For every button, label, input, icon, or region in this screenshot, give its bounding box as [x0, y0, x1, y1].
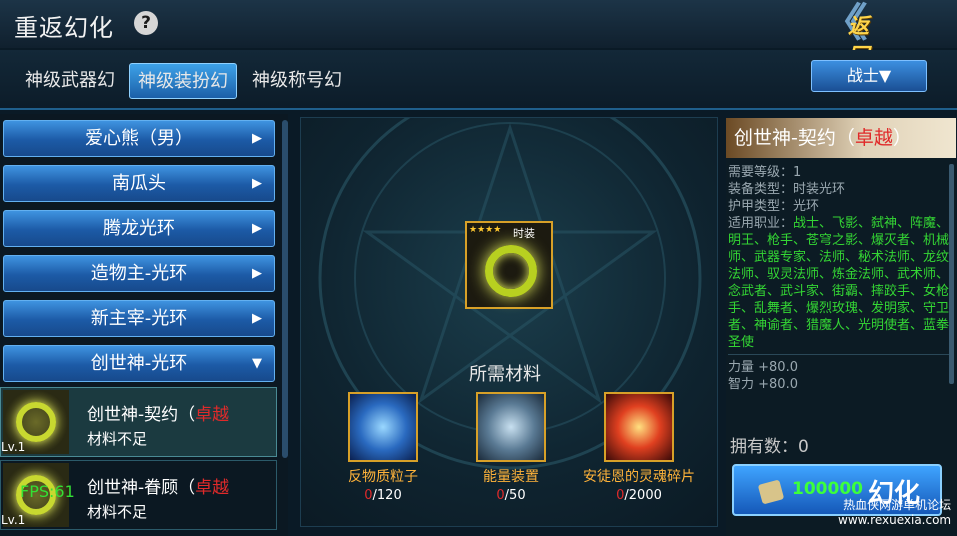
arrow-right-icon: ▶ [252, 221, 262, 236]
item-type-tag: 时装 [513, 227, 535, 240]
detail-rarity: 卓越 [854, 127, 893, 149]
category-label: 腾龙光环 [103, 218, 175, 239]
energy-device-icon [476, 392, 546, 462]
halo-ring-icon [485, 245, 537, 297]
item-rarity: 卓越 [195, 478, 230, 498]
category-label: 爱心熊（男） [85, 128, 193, 149]
category-pumpkin[interactable]: 南瓜头 ▶ [3, 165, 275, 202]
watermark: 热血侠网游单机论坛 www.rexuexia.com [838, 498, 952, 527]
material-energy-device[interactable]: 能量装置 0/50 [451, 392, 571, 503]
material-count: 0/2000 [616, 488, 662, 503]
material-count: 0/120 [364, 488, 402, 503]
category-dragon-halo[interactable]: 腾龙光环 ▶ [3, 210, 275, 247]
category-label: 创世神-光环 [90, 353, 188, 374]
item-name: 创世神-眷顾（卓越 [87, 478, 230, 498]
preview-panel: ★★★★ 时装 所需材料 反物质粒子 0/120 能量装置 0/50 安徒恩的灵… [300, 117, 718, 527]
item-rarity: 卓越 [195, 405, 230, 425]
equip-type: 装备类型：时装光环 [728, 182, 846, 197]
arrow-right-icon: ▶ [252, 176, 262, 191]
material-name: 安徒恩的灵魂碎片 [583, 469, 695, 485]
item-list: 爱心熊（男） ▶ 南瓜头 ▶ 腾龙光环 ▶ 造物主-光环 ▶ 新主宰-光环 ▶ … [0, 114, 288, 536]
category-love-bear[interactable]: 爱心熊（男） ▶ [3, 120, 275, 157]
item-level: Lv.1 [1, 513, 26, 527]
page-title: 重返幻化 [14, 14, 114, 42]
list-scrollbar[interactable] [282, 120, 288, 458]
detail-scrollbar[interactable] [949, 164, 954, 384]
tab-title[interactable]: 神级称号幻 [241, 63, 353, 99]
material-count: 0/50 [496, 488, 526, 503]
required-materials-label: 所需材料 [469, 364, 541, 385]
material-name: 反物质粒子 [348, 469, 418, 485]
class-select[interactable]: 战士▼ [811, 60, 927, 92]
category-new-lord-halo[interactable]: 新主宰-光环 ▶ [3, 300, 275, 337]
category-label: 南瓜头 [112, 173, 166, 194]
category-label: 新主宰-光环 [90, 308, 188, 329]
fps-counter: FPS:61 [20, 482, 75, 501]
material-soul-fragment[interactable]: 安徒恩的灵魂碎片 0/2000 [579, 392, 699, 503]
tab-weapon[interactable]: 神级武器幻 [14, 63, 126, 99]
category-creator-halo[interactable]: 造物主-光环 ▶ [3, 255, 275, 292]
item-status: 材料不足 [87, 430, 148, 448]
detail-panel: 创世神-契约（卓越） 需要等级：1 装备类型：时装光环 护甲类型：光环 适用职业… [726, 118, 956, 536]
material-antimatter[interactable]: 反物质粒子 0/120 [323, 392, 443, 503]
detail-title: 创世神-契约（卓越） [726, 118, 956, 158]
category-label: 造物主-光环 [90, 263, 188, 284]
divider [728, 351, 950, 355]
arrow-right-icon: ▶ [252, 131, 262, 146]
soul-fragment-icon [604, 392, 674, 462]
item-name: 创世神-契约（卓越 [87, 405, 230, 425]
transform-cost: 100000 [792, 479, 863, 499]
applicable-jobs: 适用职业：战士、飞影、弑神、阵魔、明王、枪手、苍穹之影、爆灭者、机械师、武器专家… [728, 216, 950, 350]
star-rating-icon: ★★★★ [469, 225, 502, 235]
owned-count: 拥有数：0 [730, 437, 809, 457]
arrow-right-icon: ▶ [252, 311, 262, 326]
detail-info: 需要等级：1 装备类型：时装光环 护甲类型：光环 适用职业：战士、飞影、弑神、阵… [728, 164, 950, 393]
back-button[interactable]: 〈〈 返回 [822, 2, 882, 68]
list-item[interactable]: Lv.1 创世神-契约（卓越 材料不足 [0, 387, 277, 457]
arrow-down-icon: ▼ [252, 356, 262, 371]
selected-item-preview[interactable]: ★★★★ 时装 [465, 221, 553, 309]
material-name: 能量装置 [483, 469, 539, 485]
scroll-icon [757, 479, 785, 505]
stat-strength: 力量 +80.0 [728, 360, 798, 375]
item-level: Lv.1 [1, 440, 26, 454]
category-genesis-halo[interactable]: 创世神-光环 ▼ [3, 345, 275, 382]
item-status: 材料不足 [87, 503, 148, 521]
halo-ring-icon [16, 402, 56, 442]
antimatter-particle-icon [348, 392, 418, 462]
required-level: 需要等级：1 [728, 165, 802, 180]
help-icon[interactable]: ? [134, 11, 158, 35]
armor-type: 护甲类型：光环 [728, 199, 820, 214]
stat-intelligence: 智力 +80.0 [728, 377, 798, 392]
arrow-right-icon: ▶ [252, 266, 262, 281]
top-bar: 重返幻化 ? 〈〈 返回 [0, 0, 957, 68]
tab-costume[interactable]: 神级装扮幻 [129, 63, 237, 99]
